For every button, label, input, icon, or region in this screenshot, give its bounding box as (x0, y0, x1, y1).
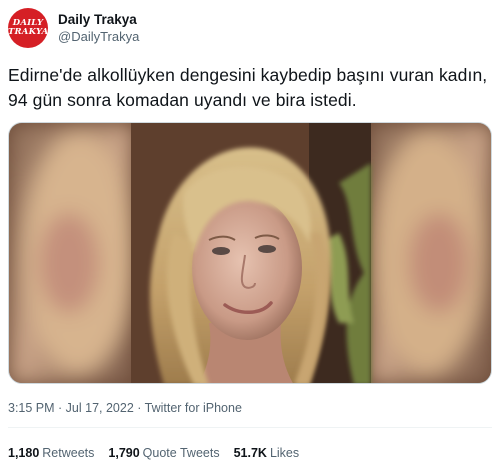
avatar-logo-line2: TRAKYA (8, 27, 48, 37)
tweet-header: DAILY TRAKYA Daily Trakya @DailyTrakya (8, 8, 139, 48)
retweets-stat[interactable]: 1,180 Retweets (8, 445, 94, 461)
tweet-stats: 1,180 Retweets 1,790 Quote Tweets 51.7K Lik… (8, 445, 313, 461)
likes-count: 51.7K (233, 446, 267, 460)
quote-tweets-label: Quote Tweets (142, 446, 220, 460)
quote-tweets-stat[interactable]: 1,790 Quote Tweets (108, 445, 219, 461)
divider (8, 427, 492, 428)
likes-stat[interactable]: 51.7K Likes (234, 445, 300, 461)
retweets-count: 1,180 (8, 446, 40, 460)
quote-tweets-count: 1,790 (108, 446, 140, 460)
tweet-timestamp-source[interactable]: 3:15 PM · Jul 17, 2022 · Twitter for iPh… (8, 400, 242, 416)
author-display-name[interactable]: Daily Trakya (58, 11, 139, 28)
photo-image (9, 123, 491, 383)
likes-label: Likes (269, 446, 300, 460)
author-handle[interactable]: @DailyTrakya (58, 28, 139, 45)
tweet-text: Edirne'de alkollüyken dengesini kaybedip… (8, 65, 488, 110)
tweet-photo[interactable] (8, 122, 492, 384)
tweet-card: DAILY TRAKYA Daily Trakya @DailyTrakya E… (0, 0, 500, 462)
author-names: Daily Trakya @DailyTrakya (58, 11, 139, 45)
retweets-label: Retweets (42, 446, 95, 460)
avatar[interactable]: DAILY TRAKYA (8, 8, 48, 48)
